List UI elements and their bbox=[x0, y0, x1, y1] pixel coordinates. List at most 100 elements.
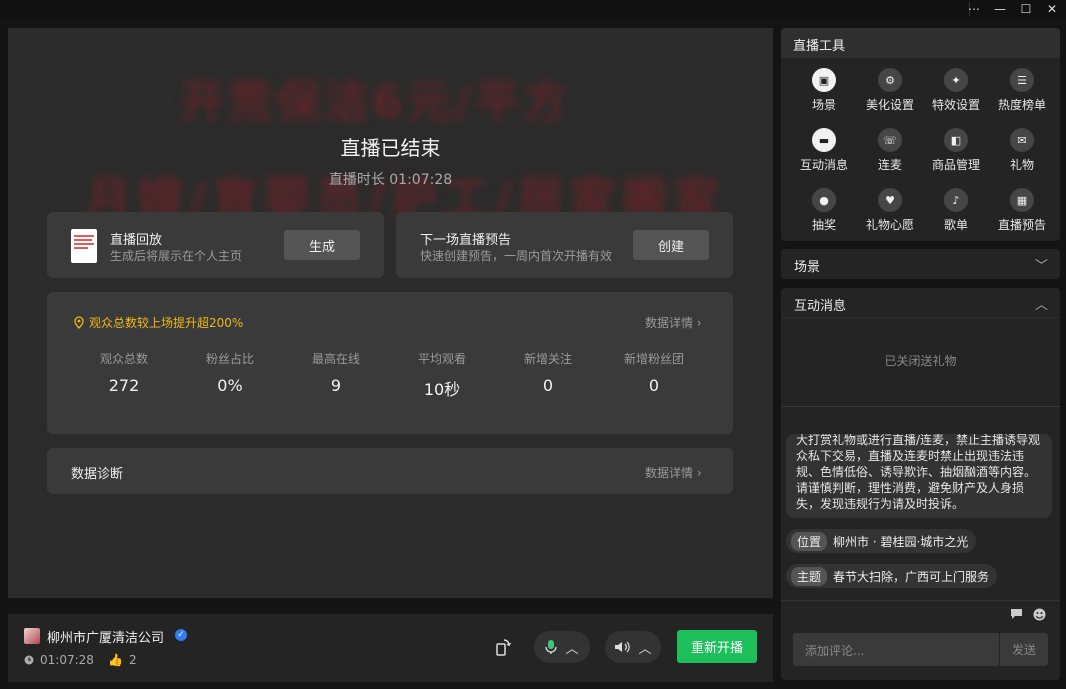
live-stage: 开荒保洁6元/平方 月嫂/育婴员/护工/居家搬家 直播已结束 直播时长 01:0… bbox=[8, 28, 773, 598]
tool-label: 礼物心愿 bbox=[865, 218, 914, 232]
generate-button[interactable]: 生成 bbox=[284, 230, 360, 260]
maximize-icon[interactable]: ☐ bbox=[1018, 1, 1034, 17]
stat-fan-ratio: 粉丝占比 0% bbox=[177, 350, 283, 395]
chevron-up-icon: ︿ bbox=[1034, 298, 1048, 313]
clock-icon bbox=[24, 655, 34, 665]
minimize-icon[interactable]: — bbox=[992, 1, 1008, 17]
tool-label: 特效设置 bbox=[931, 98, 980, 112]
title-bar: ⋯ — ☐ ✕ bbox=[0, 0, 1066, 20]
ranking-icon: ☰ bbox=[1010, 68, 1034, 92]
elapsed-time: 01:07:28 bbox=[24, 653, 94, 667]
restart-live-button[interactable]: 重新开播 bbox=[677, 630, 757, 663]
platform-notice: 大打赏礼物或进行直播/连麦，禁止主播诱导观众私下交易，直播及连麦时禁止出现违法违… bbox=[786, 434, 1052, 518]
topic-chip: 主题 春节大扫除，广西可上门服务 bbox=[786, 564, 998, 588]
stat-new-fan-club: 新增粉丝团 0 bbox=[601, 350, 707, 395]
beautify-icon: ⚙ bbox=[878, 68, 902, 92]
microphone-icon bbox=[545, 640, 558, 654]
messages-panel-header[interactable]: 互动消息 ︿ bbox=[781, 288, 1060, 318]
stat-label: 新增粉丝团 bbox=[623, 352, 684, 366]
rotate-screen-icon[interactable] bbox=[495, 638, 512, 656]
effects-icon: ✦ bbox=[944, 68, 968, 92]
tool-label: 礼物 bbox=[1009, 158, 1034, 172]
lottery-icon: ● bbox=[812, 188, 836, 212]
tool-label: 商品管理 bbox=[931, 158, 980, 172]
stat-label: 最高在线 bbox=[311, 352, 360, 366]
stats-detail-link[interactable]: 数据详情 › bbox=[645, 314, 702, 331]
stat-value: 10秒 bbox=[423, 380, 461, 399]
chat-bubble-icon[interactable] bbox=[1010, 608, 1023, 620]
preview-subtitle: 快速创建预告，一周内首次开播有效 bbox=[420, 249, 613, 263]
tool-effects[interactable]: ✦ 特效设置 bbox=[923, 68, 989, 113]
co-host-icon: ☏ bbox=[878, 128, 902, 152]
tool-live-preview[interactable]: ▦ 直播预告 bbox=[989, 188, 1055, 233]
likes-value: 2 bbox=[128, 653, 137, 667]
stat-value: 0 bbox=[542, 376, 554, 395]
emoji-icon[interactable] bbox=[1033, 608, 1046, 621]
window-controls: ⋯ — ☐ ✕ bbox=[966, 0, 1060, 18]
tool-scene[interactable]: ▣ 场景 bbox=[791, 68, 857, 113]
stat-value: 0% bbox=[217, 376, 243, 395]
music-icon: ♪ bbox=[944, 188, 968, 212]
tool-products[interactable]: ◧ 商品管理 bbox=[923, 128, 989, 173]
create-button[interactable]: 创建 bbox=[633, 230, 709, 260]
messages-panel: 互动消息 ︿ 已关闭送礼物 大打赏礼物或进行直播/连麦，禁止主播诱导观众私下交易… bbox=[781, 288, 1060, 680]
diagnosis-title: 数据诊断 bbox=[71, 467, 124, 482]
calendar-icon: ▦ bbox=[1010, 188, 1034, 212]
location-chip: 位置 柳州市 · 碧桂园·城市之光 bbox=[786, 529, 977, 553]
tool-co-host[interactable]: ☏ 连麦 bbox=[857, 128, 923, 173]
comment-input[interactable]: 添加评论... bbox=[793, 633, 999, 666]
chevron-down-icon: ﹀ bbox=[1034, 259, 1048, 274]
likes: 👍 2 bbox=[108, 653, 137, 667]
stat-label: 新增关注 bbox=[523, 352, 572, 366]
tool-beautify[interactable]: ⚙ 美化设置 bbox=[857, 68, 923, 113]
send-button[interactable]: 发送 bbox=[1000, 633, 1048, 666]
tool-gift-wish[interactable]: ♥ 礼物心愿 bbox=[857, 188, 923, 233]
bottom-bar: 柳州市广厦清洁公司 ✓ 01:07:28 👍 2 ︿ ︿ 重新开播 bbox=[8, 614, 773, 682]
preview-title: 下一场直播预告 bbox=[420, 233, 512, 248]
avatar bbox=[24, 628, 40, 644]
verified-icon: ✓ bbox=[175, 629, 187, 641]
microphone-control[interactable]: ︿ bbox=[534, 631, 590, 663]
replay-thumbnail bbox=[71, 229, 97, 263]
topic-value: 春节大扫除，广西可上门服务 bbox=[833, 569, 990, 584]
stat-value: 272 bbox=[108, 376, 140, 395]
chevron-up-icon: ︿ bbox=[638, 641, 652, 657]
tool-ranking[interactable]: ☰ 热度榜单 bbox=[989, 68, 1055, 113]
shopping-bag-icon: ◧ bbox=[944, 128, 968, 152]
stat-value: 9 bbox=[330, 376, 342, 395]
composer-tools bbox=[1010, 608, 1046, 621]
more-icon[interactable]: ⋯ bbox=[966, 1, 982, 17]
messages-panel-title: 互动消息 bbox=[794, 299, 847, 314]
tool-lottery[interactable]: ● 抽奖 bbox=[791, 188, 857, 233]
live-ended-title: 直播已结束 bbox=[340, 136, 441, 160]
stat-viewers: 观众总数 272 bbox=[71, 350, 177, 395]
composer-divider bbox=[781, 600, 1060, 601]
tool-label: 抽奖 bbox=[811, 218, 836, 232]
replay-subtitle: 生成后将展示在个人主页 bbox=[110, 249, 243, 263]
scene-icon: ▣ bbox=[812, 68, 836, 92]
platform-notice-text: 大打赏礼物或进行直播/连麦，禁止主播诱导观众私下交易，直播及连麦时禁止出现违法违… bbox=[796, 434, 1041, 511]
chevron-up-icon: ︿ bbox=[565, 641, 579, 657]
speaker-control[interactable]: ︿ bbox=[605, 631, 661, 663]
stats-detail-label: 数据详情 bbox=[645, 316, 694, 330]
tool-gifts[interactable]: ✉ 礼物 bbox=[989, 128, 1055, 173]
thumbs-up-icon: 👍 bbox=[108, 653, 123, 667]
chevron-right-icon: › bbox=[696, 466, 702, 480]
tool-messages[interactable]: ▬ 互动消息 bbox=[791, 128, 857, 173]
scene-panel-header[interactable]: 场景 ﹀ bbox=[781, 249, 1060, 279]
gifts-closed-text: 已关闭送礼物 bbox=[884, 354, 957, 368]
diagnosis-detail-link[interactable]: 数据详情 › bbox=[645, 464, 702, 481]
tool-label: 美化设置 bbox=[865, 98, 914, 112]
stat-value: 0 bbox=[648, 376, 660, 395]
tool-playlist[interactable]: ♪ 歌单 bbox=[923, 188, 989, 233]
tool-label: 歌单 bbox=[943, 218, 968, 232]
location-tag: 位置 bbox=[791, 531, 828, 551]
live-tools-panel: 直播工具 ▣ 场景 ⚙ 美化设置 ✦ 特效设置 ☰ 热度榜单 ▬ 互动消息 ☏ … bbox=[781, 28, 1060, 241]
close-icon[interactable]: ✕ bbox=[1044, 1, 1060, 17]
replay-card: 直播回放 生成后将展示在个人主页 生成 bbox=[47, 212, 384, 278]
stat-avg-watch: 平均观看 10秒 bbox=[389, 350, 495, 400]
tool-label: 直播预告 bbox=[997, 218, 1046, 232]
stats-hint: 观众总数较上场提升超200% bbox=[73, 314, 243, 331]
stats-hint-text: 观众总数较上场提升超200% bbox=[89, 316, 244, 330]
diagnosis-detail-label: 数据详情 bbox=[645, 466, 694, 480]
